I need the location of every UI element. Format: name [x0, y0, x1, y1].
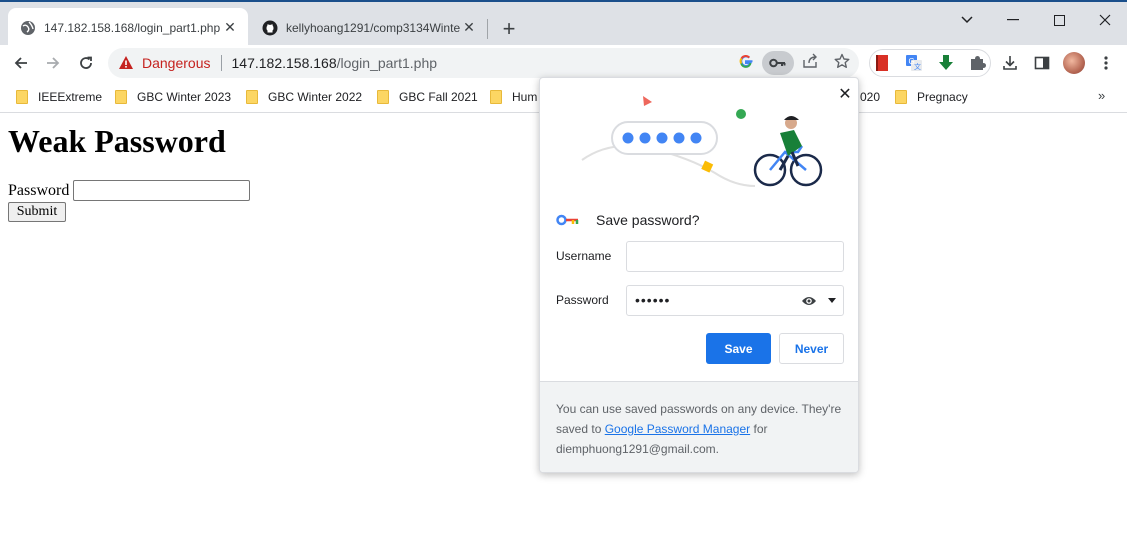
maximize-button[interactable] [1036, 8, 1082, 32]
save-password-dialog: ✕ Save password? Username Password •••••… [539, 77, 859, 473]
folder-icon [115, 90, 127, 104]
bookmark-folder[interactable]: Hum [490, 88, 537, 106]
footer-text: You can use saved passwords on any devic… [556, 399, 848, 459]
password-illustration [581, 96, 823, 187]
password-value: •••••• [635, 292, 671, 308]
bookmark-label: GBC Fall 2021 [399, 90, 478, 104]
more-menu-icon[interactable] [1097, 54, 1115, 72]
password-input[interactable] [73, 180, 251, 201]
dialog-title: Save password? [596, 212, 700, 228]
omnibox-separator [220, 55, 222, 71]
browser-window: 147.182.158.168/login_part1.php ✕ kellyh… [0, 0, 1127, 544]
never-button[interactable]: Never [779, 333, 844, 364]
password-dropdown-caret-icon[interactable] [828, 298, 836, 303]
bookmark-folder[interactable]: GBC Winter 2023 [115, 88, 231, 106]
password-field[interactable]: •••••• [626, 285, 844, 316]
password-key-button[interactable] [762, 51, 794, 75]
new-tab-button[interactable]: + [498, 16, 520, 41]
bookmark-folder[interactable]: GBC Winter 2022 [246, 88, 362, 106]
submit-button[interactable]: Submit [8, 202, 66, 222]
url-host: 147.182.158.168 [231, 55, 337, 71]
close-tab-icon[interactable]: ✕ [461, 19, 477, 36]
bookmark-folder[interactable]: IEEExtreme [16, 88, 102, 106]
close-dialog-icon[interactable]: ✕ [837, 86, 853, 103]
reload-icon [80, 56, 92, 69]
google-password-manager-link[interactable]: Google Password Manager [605, 422, 750, 436]
globe-icon [21, 20, 35, 35]
security-status-label[interactable]: Dangerous [142, 55, 211, 71]
folder-icon [377, 90, 389, 104]
download-arrow-extension-icon[interactable] [937, 54, 955, 72]
key-icon [769, 58, 786, 68]
tab-strip: 147.182.158.168/login_part1.php ✕ kellyh… [0, 0, 1127, 47]
tab-search-chevron-icon[interactable] [944, 8, 990, 32]
password-label: Password [556, 293, 609, 307]
back-button[interactable] [8, 50, 34, 76]
tab-github[interactable]: kellyhoang1291/comp3134Winte ✕ [250, 8, 487, 47]
page-heading: Weak Password [8, 123, 226, 159]
bookmark-label: GBC Winter 2023 [137, 90, 232, 104]
bookmark-label: GBC Winter 2022 [268, 90, 363, 104]
back-arrow-icon [14, 57, 27, 69]
extensions-puzzle-icon[interactable] [969, 54, 987, 72]
footer-text-part2: for [753, 422, 768, 436]
google-translate-g-icon[interactable] [737, 52, 755, 70]
github-icon [262, 20, 278, 35]
forward-arrow-icon [47, 57, 60, 69]
dialog-footer: You can use saved passwords on any devic… [540, 381, 858, 472]
browser-toolbar: Dangerous 147.182.158.168/login_part1.ph… [0, 45, 1127, 81]
share-icon[interactable] [801, 52, 819, 70]
folder-icon [895, 90, 907, 104]
show-password-eye-icon[interactable] [801, 294, 817, 308]
account-email: diemphuong1291@gmail.com. [556, 442, 719, 456]
dialog-header: Save password? [556, 212, 700, 228]
profile-avatar[interactable] [1063, 52, 1085, 74]
bookmark-label: Hum [512, 90, 538, 104]
bookmark-label: 020 [860, 90, 881, 104]
tab-title: 147.182.158.168/login_part1.php [44, 20, 221, 35]
translate-extension-icon[interactable]: G 文 [905, 54, 923, 72]
svg-text:文: 文 [914, 62, 921, 71]
bookmark-star-icon[interactable] [833, 52, 851, 70]
google-key-icon [556, 214, 579, 226]
reload-button[interactable] [73, 50, 99, 76]
url-text[interactable]: 147.182.158.168/login_part1.php [232, 55, 438, 71]
minimize-button[interactable] [990, 8, 1036, 32]
close-window-button[interactable] [1082, 8, 1127, 32]
bookmark-folder[interactable]: GBC Fall 2021 [377, 88, 478, 106]
bookmark-label: Pregnacy [917, 90, 968, 104]
close-tab-icon[interactable]: ✕ [222, 19, 238, 36]
username-label: Username [556, 249, 612, 263]
forward-button[interactable] [40, 50, 66, 76]
bookmark-folder[interactable]: Pregnacy [895, 88, 968, 106]
tab-login-page[interactable]: 147.182.158.168/login_part1.php ✕ [8, 8, 248, 47]
red-book-extension-icon[interactable] [873, 54, 891, 72]
password-label: Password [8, 181, 70, 199]
warning-icon[interactable] [118, 55, 134, 71]
folder-icon [246, 90, 258, 104]
username-field[interactable] [626, 241, 844, 272]
tab-separator [487, 19, 488, 39]
folder-icon [490, 90, 502, 104]
save-button[interactable]: Save [706, 333, 771, 364]
bookmark-folder[interactable]: 020 [860, 88, 880, 106]
tab-title: kellyhoang1291/comp3134Winte [286, 20, 461, 35]
side-panel-icon[interactable] [1033, 54, 1051, 72]
password-row: Password [8, 180, 251, 201]
bookmarks-overflow-icon[interactable]: » [1098, 88, 1105, 103]
folder-icon [16, 90, 28, 104]
downloads-icon[interactable] [1001, 54, 1019, 72]
bookmark-label: IEEExtreme [38, 90, 103, 104]
url-path: /login_part1.php [336, 55, 438, 71]
